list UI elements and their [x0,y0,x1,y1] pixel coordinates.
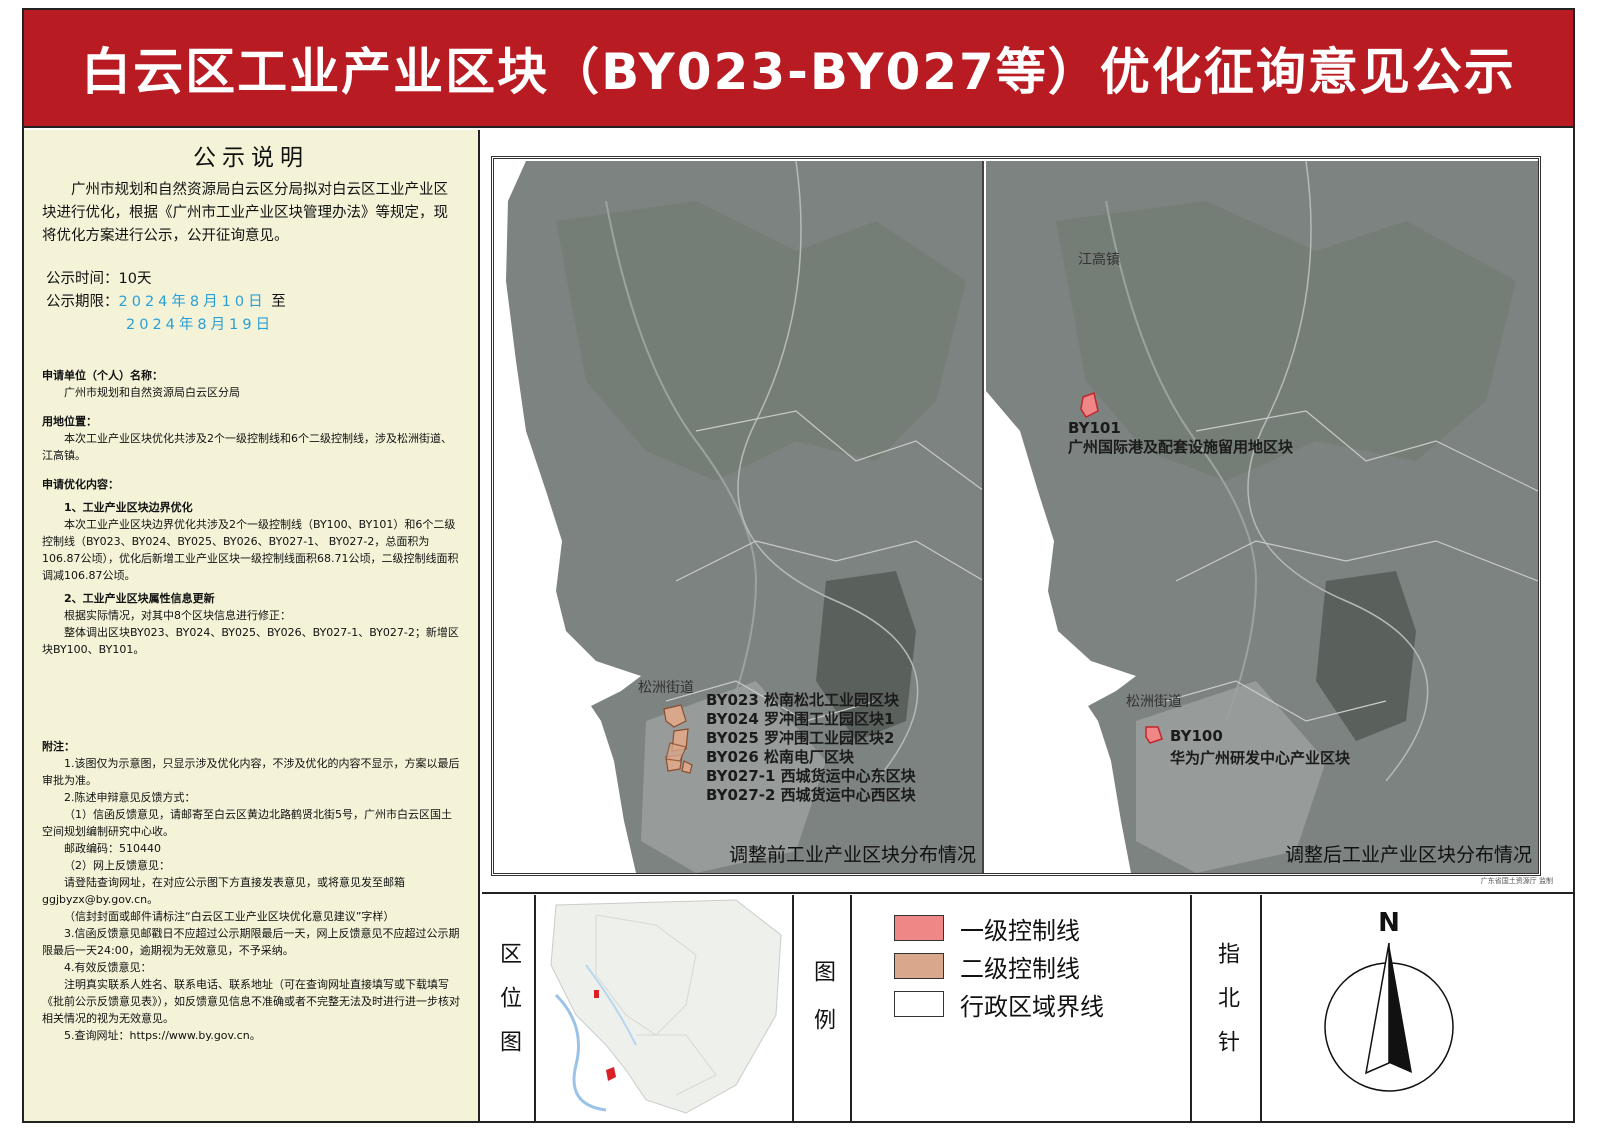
label-by026: BY026 松南电厂区块 [706,748,855,766]
notice-period: 公示时间：10天 公示期限：2024年8月10日 至 2024年8月19日 [42,268,460,337]
end-date: 2024年8月19日 [126,317,275,333]
item2-text1: 根据实际情况，对其中8个区块信息进行修正： [64,609,291,622]
content-heading: 申请优化内容： [42,478,119,491]
period-label: 公示时间： [46,271,119,287]
label-by027-2: BY027-2 西城货运中心西区块 [706,786,916,804]
note-2-3: （信封封面或邮件请标注“白云区工业产业区块优化意见建议”字样） [64,910,395,923]
range-to: 至 [271,294,286,310]
legend-swatch-tier2 [894,953,944,979]
label-by027-1: BY027-1 西城货运中心东区块 [706,767,916,785]
north-label-text: 指北针 [1214,942,1239,1074]
credit-text: 广东省国土资源厅 监制 [1480,877,1553,885]
legend-swatch-tier1 [894,915,944,941]
legend-label-text: 图例 [810,960,835,1056]
item1-heading: 1、工业产业区块边界优化 [64,501,193,514]
note-4-text: 注明真实联系人姓名、联系电话、联系地址（可在查询网址直接填写或下载填写《批前公示… [42,978,460,1025]
range-label: 公示期限： [46,294,119,310]
legend: 一级控制线 二级控制线 行政区域界线 [852,895,1192,1121]
legend-text-boundary: 行政区域界线 [960,992,1104,1021]
note-2: 2.陈述申辩意见反馈方式： [64,791,196,804]
location-heading: 用地位置： [42,415,97,428]
map-panel: 松洲街道 BY023 松南松北工业园区块 BY024 罗冲围工业园区块1 BY0… [482,130,1573,894]
location-text: 本次工业产业区块优化共涉及2个一级控制线和6个二级控制线，涉及松洲街道、江高镇。 [42,432,452,462]
legend-swatch-boundary [894,991,944,1017]
title-banner: 白云区工业产业区块（BY023-BY027等）优化征询意见公示 [24,10,1573,128]
north-letter: N [1378,908,1400,938]
note-3: 3.信函反馈意见邮戳日不应超过公示期限最后一天，网上反馈意见不应超过公示期限最后… [42,927,460,957]
note-1: 1.该图仅为示意图，只显示涉及优化内容，不涉及优化的内容不显示，方案以最后审批为… [42,757,460,787]
notes-heading: 附注： [42,740,75,753]
map-after[interactable]: 江高镇 松洲街道 BY101 广州国际港及配套设施留用地区块 BY100 华为广… [986,161,1538,873]
notice-title: 公示说明 [193,145,309,171]
note-2-2: （2）网上反馈意见： [64,859,170,872]
legend-text-tier1: 一级控制线 [960,916,1080,945]
bottom-strip: 区位图 图例 一级控制线 二级控制线 行政区域界线 指北针 N [482,895,1573,1121]
location-map-image [536,895,792,1121]
label-by023: BY023 松南松北工业园区块 [706,691,900,709]
map-after-caption: 调整后工业产业区块分布情况 [1284,844,1532,866]
start-date: 2024年8月10日 [118,294,267,310]
location-map-label-text: 区位图 [496,942,521,1074]
legend-text-tier2: 二级控制线 [960,954,1080,983]
notice-panel: 公示说明 广州市规划和自然资源局白云区分局拟对白云区工业产业区块进行优化，根据《… [24,130,480,1121]
label-by100-code: BY100 [1170,727,1223,745]
map-before-caption: 调整前工业产业区块分布情况 [728,844,976,866]
item2-text2: 整体调出区块BY023、BY024、BY025、BY026、BY027-1、BY… [42,626,459,656]
north-arrow: N [1262,895,1573,1121]
legend-item-tier1: 一级控制线 [894,909,1190,947]
north-label: 指北针 [1192,895,1262,1121]
page-title: 白云区工业产业区块（BY023-BY027等）优化征询意见公示 [81,43,1516,101]
label-by024: BY024 罗冲围工业园区块1 [706,710,895,728]
label-by100-name: 华为广州研发中心产业区块 [1170,749,1351,767]
notice-intro: 广州市规划和自然资源局白云区分局拟对白云区工业产业区块进行优化，根据《广州市工业… [42,182,448,244]
note-4: 4.有效反馈意见： [64,961,152,974]
label-by101-code: BY101 [1068,419,1121,437]
map-frame: 松洲街道 BY023 松南松北工业园区块 BY024 罗冲围工业园区块1 BY0… [491,156,1541,876]
legend-item-tier2: 二级控制线 [894,947,1190,985]
north-arrow-icon: N [1324,908,1454,1092]
map-before[interactable]: 松洲街道 BY023 松南松北工业园区块 BY024 罗冲围工业园区块1 BY0… [496,161,984,873]
place-songzhou-after: 松洲街道 [1126,694,1182,710]
place-songzhou-before: 松洲街道 [638,680,694,696]
location-marker-north [594,990,599,998]
legend-label: 图例 [794,895,852,1121]
note-2-1: （1）信函反馈意见，请邮寄至白云区黄边北路鹤贤北街5号，广州市白云区国土空间规划… [42,808,452,838]
postcode: 邮政编码：510440 [64,842,161,855]
location-map-label: 区位图 [482,895,536,1121]
item1-text: 本次工业产业区块边界优化共涉及2个一级控制线（BY100、BY101）和6个二级… [42,518,459,582]
label-by025: BY025 罗冲围工业园区块2 [706,729,895,747]
location-map [536,895,794,1121]
note-5: 5.查询网址：https://www.by.gov.cn。 [64,1029,261,1042]
item2-heading: 2、工业产业区块属性信息更新 [64,592,215,605]
place-jianggao: 江高镇 [1078,252,1120,268]
note-2-2-text: 请登陆查询网址，在对应公示图下方直接发表意见，或将意见发至邮箱ggjbyzx@b… [42,876,405,906]
applicant-text: 广州市规划和自然资源局白云区分局 [64,386,240,399]
legend-item-boundary: 行政区域界线 [894,985,1190,1023]
period-value: 10天 [118,271,152,287]
label-by101-name: 广州国际港及配套设施留用地区块 [1068,438,1294,456]
applicant-heading: 申请单位（个人）名称： [42,369,163,382]
